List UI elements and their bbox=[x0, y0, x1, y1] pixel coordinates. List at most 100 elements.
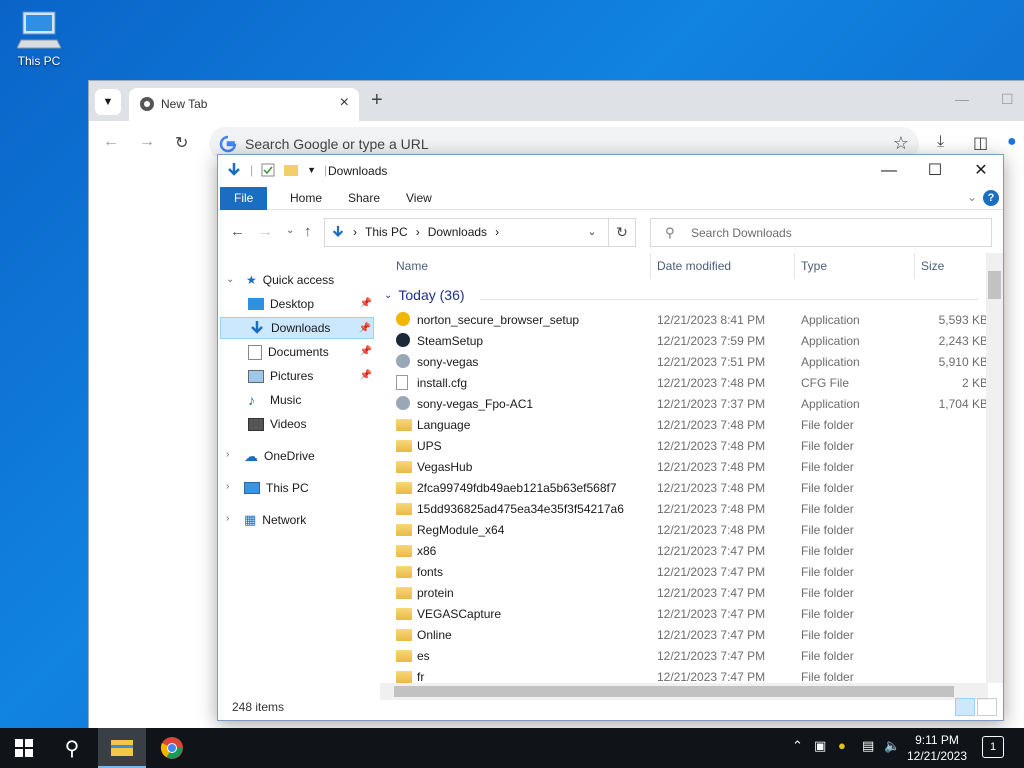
file-row[interactable]: UPS 12/21/2023 7:48 PM File folder bbox=[380, 435, 988, 456]
scroll-thumb[interactable] bbox=[988, 271, 1001, 299]
file-row[interactable]: sony-vegas 12/21/2023 7:51 PM Application 5… bbox=[380, 351, 988, 372]
file-row[interactable]: x86 12/21/2023 7:47 PM File folder bbox=[380, 540, 988, 561]
refresh-icon[interactable]: ↻ bbox=[608, 218, 636, 247]
back-icon[interactable]: ← bbox=[103, 133, 119, 151]
this-pc-desktop-icon[interactable]: This PC bbox=[14, 8, 64, 68]
chevron-right-icon[interactable]: › bbox=[226, 449, 229, 460]
bookmark-star-icon[interactable]: ☆ bbox=[893, 133, 909, 154]
file-row[interactable]: install.cfg 12/21/2023 7:48 PM CFG File 2 K… bbox=[380, 372, 988, 393]
recent-locations-icon[interactable]: ⌄ bbox=[286, 225, 294, 236]
column-header-type[interactable]: Type bbox=[801, 259, 827, 273]
help-icon[interactable]: ? bbox=[983, 190, 999, 206]
file-date: 12/21/2023 7:59 PM bbox=[657, 334, 766, 348]
tab-view[interactable]: View bbox=[392, 187, 446, 210]
file-row[interactable]: RegModule_x64 12/21/2023 7:48 PM File fold… bbox=[380, 519, 988, 540]
reload-icon[interactable]: ↻ bbox=[175, 133, 188, 153]
chevron-right-icon[interactable]: › bbox=[226, 481, 229, 492]
ribbon-tabs: File Home Share View ⌄ ? bbox=[218, 187, 1003, 210]
column-header-name[interactable]: Name bbox=[396, 259, 428, 273]
maximize-icon[interactable]: ☐ bbox=[1001, 91, 1014, 108]
file-row[interactable]: fonts 12/21/2023 7:47 PM File folder bbox=[380, 561, 988, 582]
file-row[interactable]: VegasHub 12/21/2023 7:48 PM File folder bbox=[380, 456, 988, 477]
nav-this-pc[interactable]: This PC bbox=[244, 477, 374, 499]
file-row[interactable]: VEGASCapture 12/21/2023 7:47 PM File folde… bbox=[380, 603, 988, 624]
nav-item-desktop[interactable]: Desktop 📌 bbox=[248, 293, 374, 315]
column-header-size[interactable]: Size bbox=[921, 259, 944, 273]
address-dropdown-icon[interactable]: ⌄ bbox=[579, 219, 605, 246]
column-header-date[interactable]: Date modified bbox=[657, 259, 731, 273]
chrome-tab-new-tab[interactable]: New Tab × bbox=[129, 88, 359, 121]
column-divider[interactable] bbox=[650, 253, 651, 279]
network-tray-icon[interactable]: ▤ bbox=[862, 738, 874, 754]
scroll-thumb[interactable] bbox=[394, 686, 954, 697]
up-icon[interactable]: ↑ bbox=[304, 223, 312, 240]
side-panel-icon[interactable]: ◫ bbox=[973, 133, 988, 153]
nav-quick-access[interactable]: ★ Quick access bbox=[246, 269, 376, 291]
minimize-icon[interactable]: — bbox=[955, 91, 969, 107]
vertical-scrollbar[interactable] bbox=[986, 253, 1003, 683]
profile-icon[interactable]: ● bbox=[1007, 133, 1017, 151]
file-row[interactable]: protein 12/21/2023 7:47 PM File folder bbox=[380, 582, 988, 603]
large-icons-view-icon[interactable] bbox=[977, 698, 997, 716]
file-row[interactable]: sony-vegas_Fpo-AC1 12/21/2023 7:37 PM Appl… bbox=[380, 393, 988, 414]
vegas-tray-icon[interactable]: ● bbox=[838, 738, 846, 753]
tab-file[interactable]: File bbox=[220, 187, 268, 210]
taskbar-file-explorer[interactable] bbox=[98, 728, 146, 768]
tab-search-button[interactable]: ▼ bbox=[95, 89, 121, 115]
nav-item-documents[interactable]: Documents 📌 bbox=[248, 341, 374, 363]
start-button[interactable] bbox=[0, 728, 48, 768]
file-row[interactable]: Language 12/21/2023 7:48 PM File folder bbox=[380, 414, 988, 435]
new-tab-button[interactable]: + bbox=[371, 89, 383, 112]
file-name: 15dd936825ad475ea34e35f3f54217a6 bbox=[417, 502, 624, 516]
file-row[interactable]: es 12/21/2023 7:47 PM File folder bbox=[380, 645, 988, 666]
nav-item-music[interactable]: ♪ Music bbox=[248, 389, 374, 411]
new-folder-icon[interactable] bbox=[283, 163, 299, 177]
nav-network[interactable]: ▦ Network bbox=[244, 509, 374, 531]
file-row[interactable]: Online 12/21/2023 7:47 PM File folder bbox=[380, 624, 988, 645]
download-icon[interactable]: ⤓ bbox=[937, 133, 944, 151]
address-bar[interactable]: › This PC › Downloads › ⌄ bbox=[324, 218, 636, 247]
close-tab-icon[interactable]: × bbox=[340, 94, 349, 112]
tab-home[interactable]: Home bbox=[276, 187, 336, 210]
search-button[interactable]: ⚲ bbox=[48, 728, 96, 768]
system-clock[interactable]: 9:11 PM 12/21/2023 bbox=[902, 732, 972, 764]
column-divider[interactable] bbox=[794, 253, 795, 279]
chevron-right-icon[interactable]: › bbox=[416, 225, 420, 239]
file-row[interactable]: SteamSetup 12/21/2023 7:59 PM Application 2… bbox=[380, 330, 988, 351]
chevron-down-icon[interactable]: ⌄ bbox=[226, 274, 234, 285]
file-row[interactable]: fr 12/21/2023 7:47 PM File folder bbox=[380, 666, 988, 683]
column-divider[interactable] bbox=[914, 253, 915, 279]
search-input[interactable]: ⚲ Search Downloads bbox=[650, 218, 992, 247]
volume-icon[interactable]: 🔈 bbox=[884, 738, 900, 754]
horizontal-scrollbar[interactable] bbox=[380, 683, 988, 700]
file-row[interactable]: 2fca99749fdb49aeb121a5b63ef568f7 12/21/20… bbox=[380, 477, 988, 498]
downloads-arrow-icon bbox=[332, 225, 344, 238]
notification-center-button[interactable]: 1 bbox=[982, 736, 1004, 758]
security-icon[interactable]: ▣ bbox=[814, 738, 826, 754]
minimize-icon[interactable]: — bbox=[866, 160, 912, 184]
file-row[interactable]: norton_secure_browser_setup 12/21/2023 8:… bbox=[380, 309, 988, 330]
tab-share[interactable]: Share bbox=[334, 187, 394, 210]
chevron-right-icon[interactable]: › bbox=[226, 513, 229, 524]
file-row[interactable]: 15dd936825ad475ea34e35f3f54217a6 12/21/20… bbox=[380, 498, 988, 519]
expand-ribbon-icon[interactable]: ⌄ bbox=[967, 190, 977, 204]
maximize-icon[interactable]: ☐ bbox=[912, 160, 958, 184]
customize-toolbar-icon[interactable]: ▼ bbox=[307, 165, 316, 175]
forward-icon[interactable]: → bbox=[139, 133, 155, 151]
forward-icon[interactable]: → bbox=[258, 223, 273, 240]
nav-item-pictures[interactable]: Pictures 📌 bbox=[248, 365, 374, 387]
show-hidden-icons-icon[interactable]: ⌃ bbox=[792, 738, 803, 754]
chevron-right-icon[interactable]: › bbox=[353, 225, 357, 239]
nav-item-downloads[interactable]: Downloads 📌 bbox=[220, 317, 374, 339]
taskbar-chrome[interactable] bbox=[148, 728, 196, 768]
group-header-today[interactable]: ⌄ Today (36) bbox=[384, 287, 465, 303]
back-icon[interactable]: ← bbox=[230, 223, 245, 240]
close-icon[interactable]: ✕ bbox=[958, 160, 1004, 184]
breadcrumb-downloads[interactable]: Downloads bbox=[428, 225, 487, 239]
chevron-right-icon[interactable]: › bbox=[495, 225, 499, 239]
nav-item-videos[interactable]: Videos bbox=[248, 413, 374, 435]
breadcrumb-this-pc[interactable]: This PC bbox=[365, 225, 408, 239]
properties-icon[interactable] bbox=[261, 163, 275, 177]
nav-onedrive[interactable]: ☁ OneDrive bbox=[244, 445, 374, 467]
details-view-icon[interactable] bbox=[955, 698, 975, 716]
